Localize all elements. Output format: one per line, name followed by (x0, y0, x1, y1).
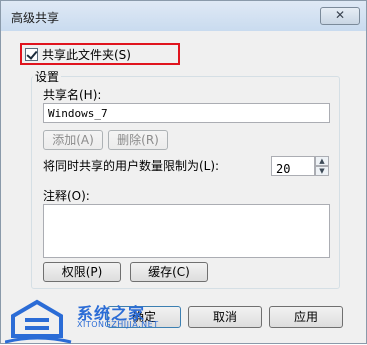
permissions-button[interactable]: 权限(P) (43, 262, 121, 282)
share-name-label: 共享名(H): (43, 88, 102, 102)
share-folder-label: 共享此文件夹(S) (42, 47, 131, 62)
close-icon: ✕ (334, 8, 346, 22)
settings-group-label: 设置 (33, 68, 62, 85)
comment-textarea[interactable] (43, 204, 330, 258)
advanced-sharing-dialog: 高级共享 ✕ 共享此文件夹(S) 设置 共享名(H): Windows_7 添加… (0, 0, 367, 344)
share-name-input[interactable]: Windows_7 (43, 103, 330, 123)
window-title: 高级共享 (11, 11, 60, 25)
house-logo-icon (5, 299, 72, 344)
user-limit-stepper[interactable]: 20 ▲ ▼ (271, 156, 329, 176)
apply-button[interactable]: 应用 (269, 306, 343, 328)
chevron-up-icon[interactable]: ▲ (315, 156, 329, 166)
comment-label: 注释(O): (43, 189, 90, 203)
close-button[interactable]: ✕ (320, 7, 360, 25)
watermark-subtitle: XITONGZHIJIA.NET (77, 320, 159, 329)
cancel-button[interactable]: 取消 (188, 306, 262, 328)
watermark: 系统之家 XITONGZHIJIA.NET (1, 295, 191, 345)
stepper-arrows: ▲ ▼ (315, 156, 329, 176)
share-folder-checkbox[interactable] (25, 47, 38, 61)
chevron-down-icon[interactable]: ▼ (315, 166, 329, 176)
user-limit-label: 将同时共享的用户数量限制为(L): (43, 159, 220, 173)
add-button[interactable]: 添加(A) (43, 130, 103, 150)
caching-button[interactable]: 缓存(C) (130, 262, 208, 282)
user-limit-value[interactable]: 20 (271, 156, 315, 176)
remove-button[interactable]: 删除(R) (108, 130, 168, 150)
share-folder-checkbox-row[interactable]: 共享此文件夹(S) (20, 43, 180, 65)
title-bar: 高级共享 ✕ (1, 1, 366, 31)
